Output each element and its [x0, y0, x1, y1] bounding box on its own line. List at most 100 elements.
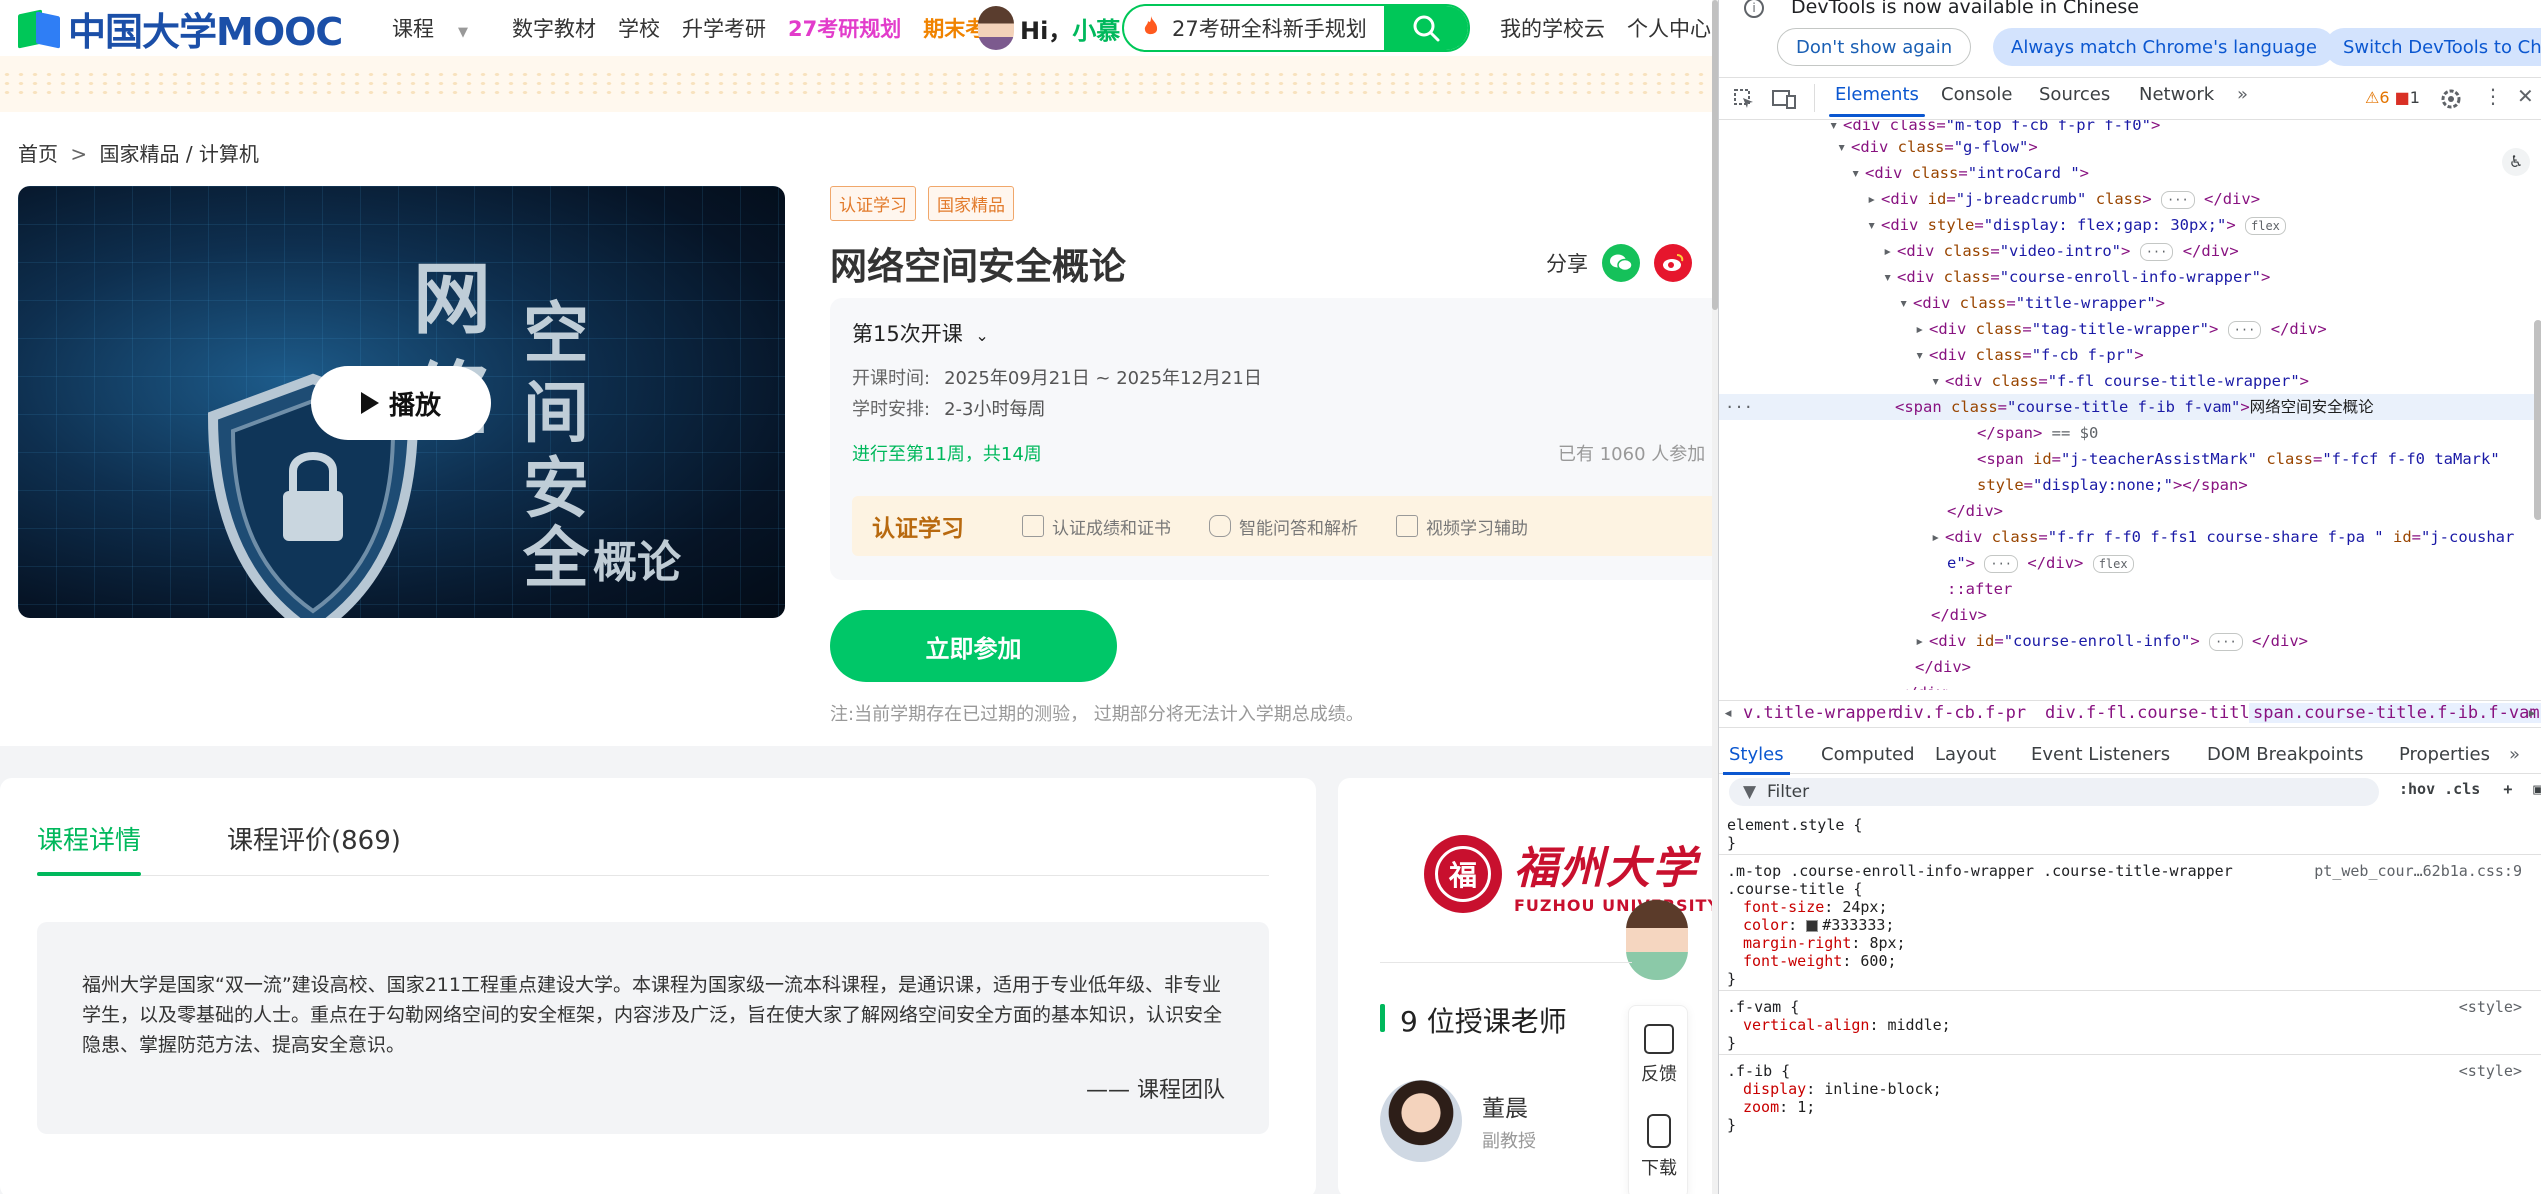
nav-link-courses[interactable]: 课程 ▼ [392, 13, 490, 43]
rule-separator [1719, 1054, 2541, 1055]
teacher-item[interactable]: 董晨 副教授 [1380, 1080, 1536, 1162]
subtab-event-listeners[interactable]: Event Listeners [2031, 744, 2170, 765]
always-match-language-button[interactable]: Always match Chrome's language [1993, 28, 2335, 66]
floating-toolbar: 反馈 下载 [1628, 1005, 1688, 1194]
dom-node[interactable]: ▾ <div class="course-enroll-info-wrapper"… [1883, 264, 2270, 290]
site-logo[interactable]: 中国大学MOOC [18, 4, 343, 54]
dom-node[interactable]: ▾ <div class="f-fl course-title-wrapper"> [1931, 368, 2309, 394]
tab-course-reviews[interactable]: 课程评价(869) [227, 820, 401, 857]
search-box[interactable]: 27考研全科新手规划 [1122, 4, 1470, 52]
hi-xiaomu-banner[interactable]: Hi，小慕 [978, 4, 1120, 52]
dom-node-cont: style="display:none;"></span> [1977, 476, 2248, 494]
term-selector[interactable]: 第15次开课 ⌄ [852, 318, 989, 348]
wechat-icon[interactable] [1602, 244, 1640, 282]
crumb-item[interactable]: v.title-wrapper [1743, 703, 1897, 723]
subtab-properties[interactable]: Properties [2399, 744, 2490, 765]
assistant-mascot[interactable] [1626, 900, 1688, 980]
feedback-button[interactable]: 反馈 [1629, 1024, 1689, 1086]
css-declaration[interactable]: vertical-align: middle; [1743, 1016, 1951, 1034]
search-input[interactable]: 27考研全科新手规划 [1164, 13, 1384, 43]
weibo-icon[interactable] [1654, 244, 1692, 282]
dom-node[interactable]: ▸ <div class="video-intro"> ··· </div> [1883, 238, 2239, 264]
crumb-scroll-right-icon[interactable]: ▸ [2527, 703, 2537, 723]
nav-link-my-school-cloud[interactable]: 我的学校云 [1500, 13, 1605, 43]
more-options-icon[interactable]: ⋮ [2483, 84, 2503, 108]
styles-filter-input[interactable]: ▼ Filter [1729, 778, 2379, 806]
inspect-element-icon[interactable] [1733, 88, 1755, 110]
css-declaration[interactable]: zoom: 1; [1743, 1098, 1815, 1116]
css-declaration[interactable]: margin-right: 8px; [1743, 934, 1906, 952]
dom-node[interactable]: ▸ <div class="f-fr f-f0 f-fs1 course-shar… [1931, 524, 2514, 550]
rule-source-style[interactable]: <style> [2459, 998, 2522, 1016]
toolbar-divider [1814, 84, 1815, 112]
color-swatch-icon[interactable] [1806, 919, 1819, 932]
hov-cls-toggles[interactable]: :hov .cls [2399, 780, 2480, 798]
paint-icon[interactable]: ▣ [2533, 780, 2541, 798]
subtab-layout[interactable]: Layout [1935, 744, 1996, 765]
dom-node[interactable]: <span id="j-teacherAssistMark" class="f-… [1977, 446, 2500, 472]
tab-console[interactable]: Console [1941, 84, 2012, 105]
infobar-text: DevTools is now available in Chinese [1791, 0, 2139, 18]
switch-language-button[interactable]: Switch DevTools to Chi [2325, 28, 2541, 66]
css-declaration[interactable]: font-weight: 600; [1743, 952, 1897, 970]
nav-link-textbooks[interactable]: 数字教材 [512, 13, 596, 43]
rule-course-title-selector-2[interactable]: .course-title { [1727, 880, 1862, 898]
breadcrumb-path[interactable]: 国家精品 / 计算机 [99, 142, 258, 166]
device-toggle-icon[interactable] [1771, 88, 1797, 110]
tab-course-details[interactable]: 课程详情 [37, 820, 142, 876]
subtab-dom-breakpoints[interactable]: DOM Breakpoints [2207, 744, 2363, 765]
dom-node-selected[interactable]: ··· <span class="course-title f-ib f-vam"… [1719, 394, 2541, 420]
add-rule-icon[interactable]: + [2503, 780, 2512, 798]
settings-gear-icon[interactable] [2439, 87, 2463, 111]
rule-source-style[interactable]: <style> [2459, 1062, 2522, 1080]
flex-badge[interactable]: flex [2092, 554, 2134, 573]
play-button[interactable]: 播放 [311, 366, 491, 440]
rule-f-vam-selector[interactable]: .f-vam { [1727, 998, 1799, 1016]
search-button[interactable] [1384, 6, 1468, 50]
rule-course-title-selector[interactable]: .m-top .course-enroll-info-wrapper .cour… [1727, 862, 2233, 880]
subtab-computed[interactable]: Computed [1821, 744, 1915, 765]
dom-node[interactable]: ▾ <div class="g-flow"> [1837, 134, 2038, 160]
close-icon[interactable]: ✕ [2517, 84, 2534, 108]
dom-scrollbar-thumb[interactable] [2534, 320, 2541, 520]
join-course-button[interactable]: 立即参加 [830, 610, 1117, 682]
crumb-item[interactable]: div.f-cb.f-pr [1893, 703, 2026, 723]
more-tabs-icon[interactable]: » [2237, 84, 2248, 105]
styles-tools[interactable]: :hov .cls + ▣ ◫ [2399, 780, 2541, 798]
tab-elements[interactable]: Elements [1829, 84, 1925, 117]
tab-sources[interactable]: Sources [2039, 84, 2110, 105]
css-declaration[interactable]: display: inline-block; [1743, 1080, 1942, 1098]
dom-node[interactable]: ▾ <div class="introCard "> [1851, 160, 2089, 186]
crumb-item-current[interactable]: span.course-title.f-ib.f-vam [2249, 703, 2541, 723]
accessibility-icon[interactable]: ♿ [2502, 148, 2530, 176]
nav-link-personal-center[interactable]: 个人中心 [1627, 13, 1711, 43]
rule-f-ib-selector[interactable]: .f-ib { [1727, 1062, 1790, 1080]
dom-node[interactable]: ▸ <div id="course-enroll-info"> ··· </div… [1915, 628, 2308, 654]
nav-link-schools[interactable]: 学校 [618, 13, 660, 43]
css-declaration[interactable]: font-size: 24px; [1743, 898, 1888, 916]
dom-node[interactable]: ▸ <div class="tag-title-wrapper"> ··· </d… [1915, 316, 2327, 342]
dom-node[interactable]: ▾ <div style="display: flex;gap: 30px;"> … [1867, 212, 2286, 238]
rule-source-link[interactable]: pt_web_cour…62b1a.css:9 [2314, 862, 2522, 880]
more-subtabs-icon[interactable]: » [2509, 744, 2520, 765]
warnings-badge[interactable]: ⚠6 ■1 [2365, 88, 2420, 107]
subtab-styles[interactable]: Styles [1723, 744, 1790, 775]
css-declaration[interactable]: color: #333333; [1743, 916, 1894, 934]
flex-badge[interactable]: flex [2245, 216, 2286, 235]
dom-node[interactable]: ▾ <div class="f-cb f-pr"> [1915, 342, 2144, 368]
certification-bar[interactable]: 认证学习 认证成绩和证书 智能问答和解析 视频学习辅助 [852, 496, 1712, 556]
crumb-scroll-left-icon[interactable]: ◂ [1723, 703, 1733, 723]
rule-element-style[interactable]: element.style { [1727, 816, 1862, 834]
dom-node[interactable]: ▸ <div id="j-breadcrumb" class> ··· </div… [1867, 186, 2260, 212]
dom-pseudo[interactable]: ::after [1947, 576, 2012, 602]
teacher-avatar [1380, 1080, 1462, 1162]
breadcrumb-home[interactable]: 首页 [18, 142, 58, 166]
course-video-intro[interactable]: 网 络 空 间 安 全 概论 播放 [18, 186, 785, 618]
dont-show-again-button[interactable]: Don't show again [1777, 28, 1972, 66]
nav-link-27-plan[interactable]: 27考研规划 [788, 13, 901, 43]
nav-link-postgrad[interactable]: 升学考研 [682, 13, 766, 43]
download-button[interactable]: 下载 [1629, 1114, 1689, 1180]
tab-network[interactable]: Network [2139, 84, 2214, 105]
dom-tree[interactable]: ▾ <div class="m-top f-cb f-pr f-f0"> ▾ <di… [1719, 120, 2541, 690]
dom-node[interactable]: ▾ <div class="title-wrapper"> [1899, 290, 2165, 316]
